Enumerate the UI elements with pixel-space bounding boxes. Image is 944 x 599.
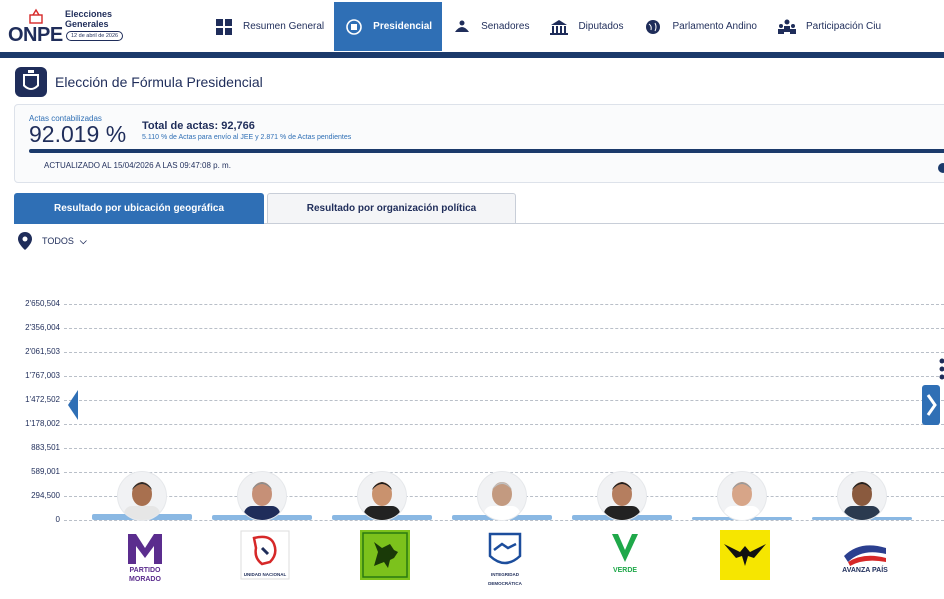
- party-logo[interactable]: UNIDAD NACIONAL: [240, 530, 290, 580]
- page-title: Elección de Fórmula Presidencial: [55, 74, 263, 90]
- gridline: [64, 424, 944, 425]
- updated-timestamp: ACTUALIZADO AL 15/04/2026 A LAS 09:47:08…: [44, 161, 231, 170]
- congress-building-icon: [550, 19, 569, 35]
- y-tick-label: 2'650,504: [25, 299, 60, 308]
- y-tick-label: 2'356,004: [25, 323, 60, 332]
- party-logo[interactable]: [720, 530, 770, 580]
- y-tick-label: 589,001: [31, 467, 60, 476]
- tab-geographic[interactable]: Resultado por ubicación geográfica: [14, 193, 264, 224]
- gridline: [64, 520, 944, 521]
- results-chart: 2'650,504 2'356,004 2'061,503 1'767,003 1'47…: [0, 292, 944, 592]
- total-actas: Total de actas: 92,766: [142, 120, 255, 132]
- candidate-avatar-icon: [124, 482, 160, 520]
- nav-label: Resumen General: [243, 21, 325, 32]
- progress-handle: [938, 163, 944, 173]
- nav-diputados[interactable]: Diputados: [539, 2, 633, 51]
- candidate-photo[interactable]: [718, 472, 766, 520]
- header-divider: [0, 52, 944, 58]
- y-tick-label: 1'767,003: [25, 371, 60, 380]
- y-tick-label: 294,500: [31, 491, 60, 500]
- nav-label: Diputados: [578, 21, 624, 32]
- nav-label: Presidencial: [373, 21, 433, 32]
- gridline: [64, 304, 944, 305]
- nav-resumen-general[interactable]: Resumen General: [204, 2, 334, 51]
- event-date: 12 de abril de 2026: [66, 31, 124, 41]
- candidate-avatar-icon: [484, 482, 520, 520]
- candidate-photo[interactable]: [598, 472, 646, 520]
- nav-presidencial[interactable]: Presidencial: [334, 2, 443, 51]
- main-nav: Resumen General Presidencial Senadores D…: [204, 2, 891, 51]
- candidate-photo[interactable]: [838, 472, 886, 520]
- candidate-avatar-icon: [724, 482, 760, 520]
- party-logo-text: PARTIDO MORADO: [129, 567, 161, 583]
- gridline: [64, 376, 944, 377]
- party-logo[interactable]: INTEGRIDAD DEMOCRÁTICA: [480, 530, 530, 586]
- y-tick-label: 2'061,503: [25, 347, 60, 356]
- location-filter[interactable]: TODOS ⌵: [18, 232, 87, 250]
- y-tick-label: 0: [55, 515, 60, 524]
- event-title: Elecciones Generales: [65, 9, 113, 29]
- summary-card: Actas contabilizadas 92.019 % Total de a…: [14, 104, 944, 183]
- party-logo-text: AVANZA PAÍS: [842, 567, 888, 574]
- candidate-avatar-icon: [364, 482, 400, 520]
- party-logo[interactable]: AVANZA PAÍS: [840, 530, 890, 580]
- page-title-row: Elección de Fórmula Presidencial: [14, 66, 263, 98]
- pending-note: 5.110 % de Actas para envío al JEE y 2.8…: [142, 134, 352, 141]
- gridline: [64, 328, 944, 329]
- map-pin-icon: [18, 232, 32, 250]
- nav-label: Senadores: [481, 21, 530, 32]
- more-options-icon[interactable]: [938, 358, 944, 380]
- chevron-right-icon: [926, 394, 937, 416]
- tab-political-organization[interactable]: Resultado por organización política: [267, 193, 516, 224]
- nav-participacion-ciudadana[interactable]: Participación Ciu: [767, 2, 891, 51]
- ballot-box-icon: [29, 8, 43, 24]
- nav-parlamento-andino[interactable]: Parlamento Andino: [633, 2, 767, 51]
- party-logo[interactable]: [360, 530, 410, 580]
- party-logo-text: UNIDAD NACIONAL: [243, 572, 287, 577]
- brand-name: ONPE: [8, 24, 63, 46]
- candidate-photo[interactable]: [118, 472, 166, 520]
- party-logo[interactable]: VERDE: [600, 530, 650, 580]
- party-logo-text: VERDE: [612, 567, 638, 574]
- candidate-photo[interactable]: [478, 472, 526, 520]
- presidential-seal-icon: [346, 18, 362, 35]
- y-tick-label: 1'178,002: [25, 419, 60, 428]
- top-header: ONPE Elecciones Generales 12 de abril de…: [0, 0, 944, 52]
- candidate-avatar-icon: [604, 482, 640, 520]
- chevron-left-icon[interactable]: [68, 390, 78, 420]
- candidate-avatar-icon: [244, 482, 280, 520]
- scroll-right-button[interactable]: [922, 385, 940, 425]
- filter-value: TODOS: [42, 236, 74, 246]
- progress-bar: [29, 149, 944, 153]
- candidate-photo[interactable]: [238, 472, 286, 520]
- gridline: [64, 400, 944, 401]
- y-tick-label: 883,501: [31, 443, 60, 452]
- gridline: [64, 448, 944, 449]
- party-logo[interactable]: PARTIDO MORADO: [120, 530, 170, 583]
- party-logo-text: INTEGRIDAD DEMOCRÁTICA: [488, 572, 522, 586]
- result-tabs: Resultado por ubicación geográfica Resul…: [14, 193, 944, 224]
- candidate-photo[interactable]: [358, 472, 406, 520]
- people-icon: [778, 19, 796, 34]
- nav-label: Parlamento Andino: [672, 21, 757, 32]
- senate-icon: [455, 20, 470, 32]
- candidate-avatar-icon: [844, 482, 880, 520]
- actas-percentage: 92.019 %: [29, 121, 127, 147]
- dashboard-icon: [216, 18, 232, 35]
- y-tick-label: 1'472,502: [25, 395, 60, 404]
- peru-coat-of-arms-icon: [15, 67, 47, 97]
- nav-senadores[interactable]: Senadores: [442, 2, 539, 51]
- nav-label: Participación Ciu: [806, 21, 882, 32]
- onpe-logo[interactable]: ONPE Elecciones Generales 12 de abril de…: [8, 6, 128, 46]
- gridline: [64, 352, 944, 353]
- globe-icon: [646, 19, 661, 34]
- chevron-down-icon: ⌵: [79, 235, 87, 246]
